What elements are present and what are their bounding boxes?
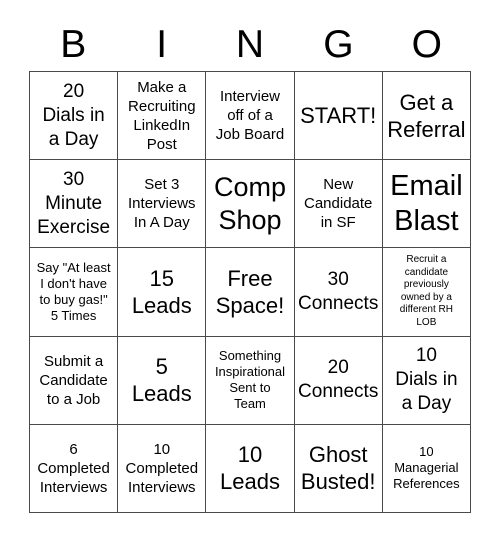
bingo-cell-o4[interactable]: 10 Dials in a Day (382, 336, 471, 425)
bingo-cell-i5[interactable]: 10 Completed Interviews (118, 424, 207, 513)
bingo-cell-label: 6 Completed Interviews (37, 440, 110, 496)
bingo-card: B I N G O 20 Dials in a Day Make a Recruiting… (0, 0, 500, 544)
bingo-cell-label: 10 Completed Interviews (125, 440, 199, 496)
bingo-cell-n1[interactable]: Interview off of a Job Board (206, 72, 295, 161)
bingo-cell-n4[interactable]: Something Inspirational Sent to Team (206, 336, 295, 425)
bingo-cell-label: Submit a Candidate to a Job (39, 352, 108, 408)
bingo-cell-label: Say "At least I don't have to buy gas!" … (36, 259, 111, 323)
bingo-cell-o5[interactable]: 10 Managerial References (382, 424, 471, 513)
bingo-cell-g1[interactable]: START! (294, 72, 383, 161)
bingo-cell-b1[interactable]: 20 Dials in a Day (30, 72, 119, 161)
bingo-cell-n5[interactable]: 10 Leads (206, 424, 295, 513)
bingo-cell-label: Comp Shop (213, 171, 286, 235)
bingo-cell-label: Get a Referral (387, 89, 466, 142)
bingo-cell-label: START! (300, 103, 377, 129)
bingo-cell-b3[interactable]: Say "At least I don't have to buy gas!" … (30, 248, 119, 337)
bingo-cell-i4[interactable]: 5 Leads (118, 336, 207, 425)
bingo-title-row: BINGO (29, 20, 471, 70)
bingo-cell-i3[interactable]: 15 Leads (118, 248, 207, 337)
bingo-cell-label: 20 Connects (298, 357, 379, 403)
bingo-cell-n3[interactable]: Free Space! (206, 248, 295, 337)
bingo-cell-g5[interactable]: Ghost Busted! (294, 424, 383, 513)
bingo-cell-b2[interactable]: 30 Minute Exercise (30, 160, 119, 249)
bingo-letter-g: G (323, 23, 354, 66)
bingo-cell-i2[interactable]: Set 3 Interviews In A Day (118, 160, 207, 249)
bingo-cell-b4[interactable]: Submit a Candidate to a Job (30, 336, 119, 425)
bingo-cell-label: 30 Minute Exercise (37, 168, 111, 238)
bingo-cell-label: 20 Dials in a Day (42, 80, 105, 150)
bingo-cell-label: Set 3 Interviews In A Day (128, 176, 196, 232)
bingo-letter-o: O (411, 23, 442, 66)
bingo-cell-label: 10 Dials in a Day (395, 345, 458, 415)
bingo-cell-b5[interactable]: 6 Completed Interviews (30, 424, 119, 513)
bingo-cell-g3[interactable]: 30 Connects (294, 248, 383, 337)
bingo-cell-label: Email Blast (390, 169, 463, 237)
bingo-cell-label: Make a Recruiting LinkedIn Post (128, 78, 196, 153)
bingo-letter-i: I (156, 23, 168, 66)
bingo-cell-label: 5 Leads (131, 354, 192, 407)
bingo-grid: 20 Dials in a Day Make a Recruiting Linke… (29, 71, 471, 513)
bingo-cell-label: Free Space! (215, 265, 285, 318)
bingo-cell-label: 10 Managerial References (393, 444, 460, 492)
bingo-cell-o1[interactable]: Get a Referral (382, 72, 471, 161)
bingo-cell-o2[interactable]: Email Blast (382, 160, 471, 249)
bingo-cell-label: Ghost Busted! (300, 442, 376, 495)
bingo-cell-g4[interactable]: 20 Connects (294, 336, 383, 425)
bingo-cell-label: Something Inspirational Sent to Team (214, 348, 286, 412)
bingo-letter-n: N (235, 23, 265, 66)
bingo-cell-i1[interactable]: Make a Recruiting LinkedIn Post (118, 72, 207, 161)
bingo-cell-label: 10 Leads (220, 442, 280, 495)
bingo-cell-label: New Candidate in SF (304, 176, 373, 232)
bingo-cell-label: 30 Connects (298, 268, 379, 314)
bingo-cell-label: 15 Leads (131, 265, 192, 318)
bingo-cell-label: Interview off of a Job Board (215, 88, 285, 144)
bingo-letter-b: B (60, 23, 87, 66)
bingo-cell-o3[interactable]: Recruit a candidate previously owned by … (382, 248, 471, 337)
bingo-cell-g2[interactable]: New Candidate in SF (294, 160, 383, 249)
bingo-cell-label: Recruit a candidate previously owned by … (399, 254, 453, 328)
bingo-cell-n2[interactable]: Comp Shop (206, 160, 295, 249)
